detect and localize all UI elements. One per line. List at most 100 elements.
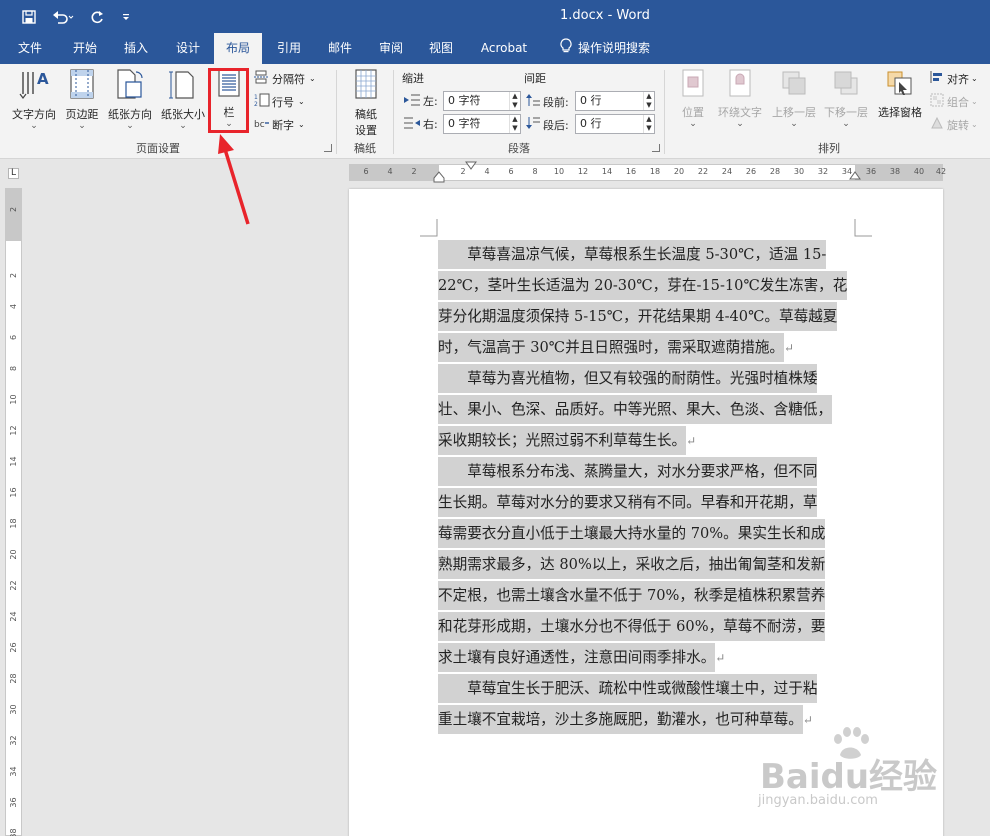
ruler-tick-label: 4	[9, 303, 18, 310]
tab-acrobat[interactable]: Acrobat	[474, 33, 534, 64]
breaks-button[interactable]: 分隔符 ⌄	[254, 70, 316, 87]
manuscript-settings-button[interactable]: 稿纸 设置	[346, 68, 386, 138]
baidu-watermark: Baidu经验 jingyan.baidu.com	[758, 725, 948, 820]
bring-forward-button[interactable]: 上移一层 ⌄	[768, 68, 820, 129]
ruler-tick-label: 22	[9, 580, 18, 591]
tab-references[interactable]: 引用	[268, 33, 310, 64]
redo-icon[interactable]	[86, 6, 108, 28]
spin-arrows-icon[interactable]: ▲ ▼	[643, 115, 654, 133]
size-button[interactable]: 纸张大小 ⌄	[158, 68, 208, 131]
selected-text: 22℃，茎叶生长适温为 20-30℃，芽在-15-10℃发生冻害，花	[438, 271, 848, 300]
tab-review[interactable]: 审阅	[370, 33, 412, 64]
line-numbers-button[interactable]: 12 行号 ⌄	[254, 93, 305, 110]
ruler-tick-label: 16	[9, 487, 18, 498]
paragraph[interactable]: 草莓喜温凉气候，草莓根系生长温度 5-30℃，适温 15- 22℃，茎叶生长适温为…	[438, 239, 854, 363]
selected-text: 草莓喜温凉气候，草莓根系生长温度 5-30℃，适温 15-	[438, 240, 827, 269]
chevron-down-icon: ⌄	[179, 121, 187, 131]
selected-text: 求土壤有良好通透性，注意田间雨季排水。	[438, 643, 716, 672]
ruler-tick-label: 32	[9, 735, 18, 746]
right-indent-marker-icon[interactable]	[849, 171, 861, 181]
indent-right-icon	[404, 117, 420, 132]
paragraph-mark: ↵	[715, 651, 726, 665]
svg-text:A: A	[37, 70, 49, 88]
spin-arrows-icon[interactable]: ▲ ▼	[643, 92, 654, 110]
text-line: 草莓喜温凉气候，草莓根系生长温度 5-30℃，适温 15-	[438, 239, 854, 270]
tab-design[interactable]: 设计	[166, 33, 210, 64]
indent-left-field[interactable]: 0 字符 ▲ ▼	[443, 91, 521, 111]
columns-highlight-box	[208, 68, 249, 133]
lightbulb-icon	[560, 34, 572, 64]
save-icon[interactable]	[18, 6, 40, 28]
vertical-ruler[interactable]: 2 2 4 6 8 10 12 14 16 18 20 22 24 26 28 30 32 34 36 38	[5, 188, 22, 836]
margins-button[interactable]: 页边距 ⌄	[62, 68, 102, 131]
chevron-down-icon: ⌄	[971, 97, 978, 106]
document-body[interactable]: 草莓喜温凉气候，草莓根系生长温度 5-30℃，适温 15- 22℃，茎叶生长适温为…	[438, 239, 854, 735]
align-button[interactable]: 对齐 ⌄	[930, 70, 978, 87]
hyphenation-icon: bc	[254, 116, 270, 133]
chevron-down-icon: ⌄	[790, 119, 798, 129]
selected-text: 壮、果小、色深、品质好。中等光照、果大、色淡、含糖低，	[438, 395, 833, 424]
ribbon-layout: A 文字方向 ⌄ 页边距 ⌄ 纸张方向 ⌄ 纸张大小 ⌄ 栏 ⌄ 分隔符 ⌄ 1…	[0, 64, 990, 159]
text-direction-button[interactable]: A 文字方向 ⌄	[8, 68, 60, 131]
position-button[interactable]: 位置 ⌄	[674, 68, 712, 129]
page-setup-dialog-launcher[interactable]	[324, 144, 332, 152]
ruler-tick-label: 22	[697, 167, 709, 176]
page-size-icon	[158, 68, 208, 103]
text-line: 和花芽形成期，土壤水分也不得低于 60%，草莓不耐涝，要	[438, 611, 854, 642]
ruler-tick-label: 16	[625, 167, 637, 176]
ruler-tick-label: 6	[9, 334, 18, 341]
spacing-before-text: 段前:	[543, 95, 569, 109]
spin-arrows-icon[interactable]: ▲ ▼	[509, 115, 520, 133]
page-setup-group-label: 页面设置	[136, 142, 180, 155]
rotate-button[interactable]: 旋转 ⌄	[930, 116, 978, 133]
paragraph[interactable]: 草莓根系分布浅、蒸腾量大，对水分要求严格，但不同 生长期。草莓对水分的要求又稍有不…	[438, 456, 854, 673]
paragraph-mark: ↵	[686, 434, 697, 448]
customize-qat-icon[interactable]	[118, 6, 134, 28]
align-label: 对齐	[947, 72, 969, 86]
paragraph-dialog-launcher[interactable]	[652, 144, 660, 152]
ruler-tick-label: 4	[387, 167, 393, 176]
indent-right-field[interactable]: 0 字符 ▲ ▼	[443, 114, 521, 134]
title-bar: 1.docx - Word	[0, 0, 990, 33]
ruler-tick-label: 10	[9, 394, 18, 405]
selected-text: 草莓宜生长于肥沃、疏松中性或微酸性壤土中，过于粘	[438, 674, 818, 703]
position-label: 位置	[682, 106, 704, 119]
text-line: 草莓宜生长于肥沃、疏松中性或微酸性壤土中，过于粘	[438, 673, 854, 704]
tab-mailings[interactable]: 邮件	[318, 33, 362, 64]
manuscript-label-line1: 稿纸	[355, 108, 377, 121]
group-separator	[664, 70, 665, 154]
tab-layout[interactable]: 布局	[214, 33, 262, 64]
selection-pane-button[interactable]: 选择窗格	[874, 68, 926, 120]
first-line-indent-marker-icon[interactable]	[465, 161, 477, 171]
tab-file[interactable]: 文件	[10, 33, 50, 64]
paragraph[interactable]: 草莓为喜光植物，但又有较强的耐荫性。光强时植株矮 壮、果小、色深、品质好。中等光照…	[438, 363, 854, 456]
text-line: 莓需要衣分直小低于土壤最大持水量的 70%。果实生长和成	[438, 518, 854, 549]
wrap-text-label: 环绕文字	[718, 106, 762, 119]
spacing-before-field[interactable]: 0 行 ▲ ▼	[575, 91, 655, 111]
send-backward-button[interactable]: 下移一层 ⌄	[820, 68, 872, 129]
tab-insert[interactable]: 插入	[114, 33, 158, 64]
ruler-tick-label: 32	[817, 167, 829, 176]
orientation-button[interactable]: 纸张方向 ⌄	[104, 68, 156, 131]
indent-right-text: 右:	[423, 118, 438, 131]
ruler-tick-label: 18	[649, 167, 661, 176]
wrap-text-button[interactable]: 环绕文字 ⌄	[714, 68, 766, 129]
tell-me-search[interactable]: 操作说明搜索	[550, 33, 660, 64]
document-title: 1.docx - Word	[560, 8, 650, 23]
group-label: 组合	[947, 95, 969, 109]
indent-right-label: 右:	[404, 116, 438, 132]
undo-icon[interactable]	[48, 6, 78, 28]
spacing-after-field[interactable]: 0 行 ▲ ▼	[575, 114, 655, 134]
horizontal-ruler[interactable]: 6 4 2 2 4 6 8 10 12 14 16 18 20 22 24 26 28 30 32 34 36 38 40 4…	[349, 161, 946, 183]
spin-arrows-icon[interactable]: ▲ ▼	[509, 92, 520, 110]
tab-view[interactable]: 视图	[420, 33, 462, 64]
indent-left-icon	[404, 94, 420, 109]
tab-selector[interactable]: L	[0, 159, 27, 186]
group-button[interactable]: 组合 ⌄	[930, 93, 978, 110]
wrap-text-icon	[714, 68, 766, 101]
manuscript-icon	[346, 68, 386, 103]
left-indent-marker-icon[interactable]	[433, 171, 445, 189]
tab-home[interactable]: 开始	[62, 33, 108, 64]
hyphenation-button[interactable]: bc 断字 ⌄	[254, 116, 305, 133]
ruler-tick-label: 2	[411, 167, 417, 176]
